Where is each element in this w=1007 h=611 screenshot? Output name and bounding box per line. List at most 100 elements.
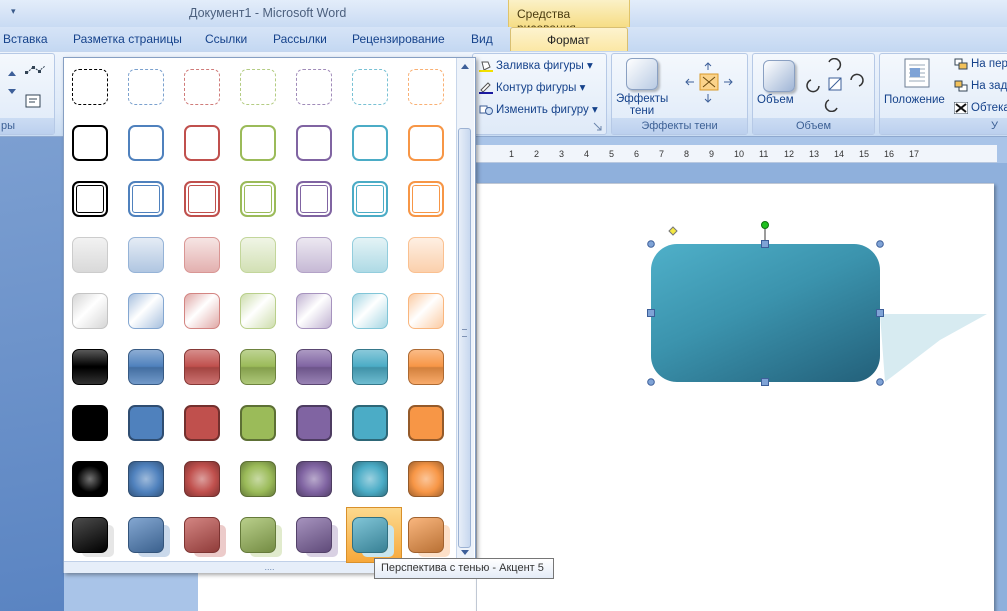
style-swatch-double-outline[interactable] (408, 181, 444, 217)
shape-fill-button[interactable]: Заливка фигуры ▾ (479, 58, 593, 72)
style-swatch-double-outline[interactable] (184, 181, 220, 217)
text-wrapping-icon (954, 102, 968, 114)
style-swatch-double-outline[interactable] (352, 181, 388, 217)
shape-outline-button[interactable]: Контур фигуры ▾ (479, 80, 585, 94)
shadow-effects-icon[interactable] (626, 58, 658, 90)
title-bar: ▾ Документ1 - Microsoft Word (0, 0, 1007, 27)
style-swatch-light-gradient[interactable] (296, 237, 332, 273)
style-swatch-light-gradient[interactable] (240, 237, 276, 273)
style-swatch-perspective-shadow[interactable] (240, 517, 276, 553)
style-swatch-solid[interactable] (408, 405, 444, 441)
style-swatch-solid[interactable] (240, 405, 276, 441)
style-swatch-perspective-shadow[interactable] (184, 517, 220, 553)
bring-to-front-button[interactable]: На пер (954, 58, 1007, 70)
gallery-scroll-thumb[interactable] (458, 128, 471, 548)
style-swatch-light-diagonal[interactable] (128, 293, 164, 329)
change-shape-button[interactable]: Изменить фигуру ▾ (479, 102, 598, 116)
tab-page-layout[interactable]: Разметка страницы (73, 32, 182, 46)
tab-references[interactable]: Ссылки (205, 32, 247, 46)
style-swatch-perspective-shadow[interactable] (128, 517, 164, 553)
style-swatch-radial-glow[interactable] (72, 461, 108, 497)
tab-insert[interactable]: Вставка (3, 32, 48, 46)
text-wrapping-button[interactable]: Обтека (954, 102, 1007, 114)
style-swatch-perspective-shadow[interactable] (408, 517, 444, 553)
style-swatch-radial-glow[interactable] (184, 461, 220, 497)
style-swatch-dashed[interactable] (184, 69, 220, 105)
style-swatch-outline[interactable] (296, 125, 332, 161)
style-swatch-dashed[interactable] (72, 69, 108, 105)
scroll-down-arrow-icon[interactable] (460, 549, 470, 557)
position-button[interactable]: Положение (884, 94, 945, 106)
style-swatch-dashed[interactable] (408, 69, 444, 105)
style-swatch-light-gradient[interactable] (72, 237, 108, 273)
style-swatch-glossy[interactable] (128, 349, 164, 385)
style-swatch-glossy[interactable] (352, 349, 388, 385)
style-swatch-double-outline[interactable] (128, 181, 164, 217)
style-swatch-radial-glow[interactable] (240, 461, 276, 497)
style-swatch-glossy[interactable] (184, 349, 220, 385)
style-swatch-light-diagonal[interactable] (408, 293, 444, 329)
tab-review[interactable]: Рецензирование (352, 32, 445, 46)
shape-selection-handles[interactable] (645, 220, 887, 390)
style-swatch-perspective-shadow[interactable] (72, 517, 108, 553)
horizontal-ruler[interactable]: 1 2 3 4 5 6 7 8 9 10 11 12 13 14 15 16 17 (476, 145, 997, 163)
tab-view[interactable]: Вид (471, 32, 493, 46)
style-swatch-radial-glow[interactable] (128, 461, 164, 497)
style-swatch-outline[interactable] (408, 125, 444, 161)
style-swatch-dashed[interactable] (128, 69, 164, 105)
style-swatch-light-gradient[interactable] (128, 237, 164, 273)
style-swatch-outline[interactable] (72, 125, 108, 161)
scroll-arrows-icon[interactable] (5, 62, 19, 102)
style-swatch-solid[interactable] (72, 405, 108, 441)
style-swatch-radial-glow[interactable] (352, 461, 388, 497)
style-swatch-light-diagonal[interactable] (352, 293, 388, 329)
style-swatch-double-outline[interactable] (240, 181, 276, 217)
ruler-tick-14: 14 (834, 149, 845, 159)
style-swatch-solid[interactable] (352, 405, 388, 441)
textbox-icon[interactable] (25, 94, 41, 108)
style-swatch-double-outline[interactable] (296, 181, 332, 217)
edit-points-icon[interactable] (25, 63, 47, 77)
style-swatch-perspective-shadow[interactable] (352, 517, 388, 553)
style-swatch-radial-glow[interactable] (408, 461, 444, 497)
position-icon[interactable] (904, 58, 930, 88)
style-swatch-outline[interactable] (128, 125, 164, 161)
3d-effects-icon[interactable] (763, 60, 795, 92)
style-swatch-solid[interactable] (184, 405, 220, 441)
style-swatch-outline[interactable] (352, 125, 388, 161)
style-swatch-light-gradient[interactable] (184, 237, 220, 273)
style-swatch-light-gradient[interactable] (352, 237, 388, 273)
style-swatch-glossy[interactable] (408, 349, 444, 385)
style-swatch-light-diagonal[interactable] (296, 293, 332, 329)
style-swatch-double-outline[interactable] (72, 181, 108, 217)
tab-format[interactable]: Формат (510, 27, 628, 52)
style-swatch-outline[interactable] (184, 125, 220, 161)
style-swatch-perspective-shadow[interactable] (296, 517, 332, 553)
3d-tilt-icons[interactable] (805, 58, 865, 112)
paint-bucket-icon (479, 61, 493, 72)
style-swatch-dashed[interactable] (352, 69, 388, 105)
send-to-back-button[interactable]: На зад (954, 80, 1007, 92)
quick-access-toolbar-menu-icon[interactable]: ▾ (11, 6, 16, 17)
style-swatch-radial-glow[interactable] (296, 461, 332, 497)
ribbon-group-3d: Объем Объем (752, 53, 875, 135)
style-swatch-light-gradient[interactable] (408, 237, 444, 273)
style-swatch-glossy[interactable] (72, 349, 108, 385)
3d-effects-button[interactable]: Объем (757, 94, 794, 106)
style-swatch-outline[interactable] (240, 125, 276, 161)
style-swatch-dashed[interactable] (240, 69, 276, 105)
style-swatch-glossy[interactable] (240, 349, 276, 385)
shadow-nudge-icon[interactable] (678, 60, 738, 104)
style-swatch-light-diagonal[interactable] (240, 293, 276, 329)
style-swatch-dashed[interactable] (296, 69, 332, 105)
style-swatch-light-diagonal[interactable] (72, 293, 108, 329)
shadow-effects-group-label: Эффекты тени (612, 118, 747, 134)
scroll-up-arrow-icon[interactable] (460, 62, 470, 70)
style-swatch-glossy[interactable] (296, 349, 332, 385)
shadow-effects-button[interactable]: Эффекты тени (616, 93, 668, 117)
dialog-launcher-icon[interactable] (593, 122, 602, 131)
style-swatch-solid[interactable] (128, 405, 164, 441)
tab-mailings[interactable]: Рассылки (273, 32, 327, 46)
style-swatch-solid[interactable] (296, 405, 332, 441)
style-swatch-light-diagonal[interactable] (184, 293, 220, 329)
